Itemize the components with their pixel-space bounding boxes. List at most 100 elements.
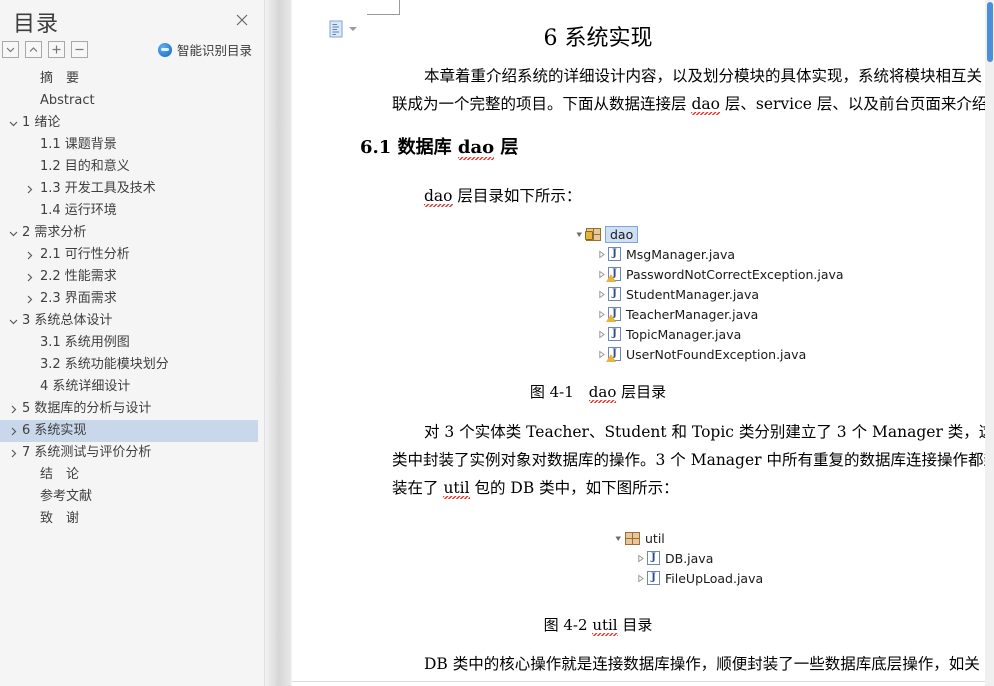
java-file-icon: J [606,267,621,282]
toc-item-label: 1.4 运行环境 [40,203,117,218]
toc-item-label: 2.1 可行性分析 [40,247,130,262]
triangle-right-icon[interactable] [634,554,647,563]
tree-row[interactable]: J StudentManager.java [573,284,844,304]
document-workspace: 6 系统实现 本章着重介绍系统的详细设计内容，以及划分模块的具体实现，系统将模块… [265,0,994,686]
paragraph-text: DB 类中的核心操作就是连接数据库操作，顺便封装了一些数据库底层操作，如关 [424,655,980,673]
margin-corner-mark [367,0,400,15]
navigation-pane-header: 目录 [0,0,264,38]
toc-item[interactable]: 1.1 课题背景 [0,134,258,156]
tree-node-label: TopicManager.java [626,326,742,342]
toc-item[interactable]: 参考文献 [0,486,258,508]
java-file-icon: J [608,327,621,341]
chevron-right-icon[interactable] [22,244,36,266]
spellcheck-word-dao: dao [588,383,617,401]
paragraph-text: 本章着重介绍系统的详细设计内容，以及划分模块的具体实现，系统将模块相互关 [424,67,983,85]
tree-row[interactable]: dao [573,224,844,244]
chevron-right-icon[interactable] [22,178,36,200]
toc-item[interactable]: 2.1 可行性分析 [0,244,258,266]
collapse-down-button[interactable] [2,41,19,58]
toc-item-label: 结 论 [40,467,80,482]
caption-text: 层目录 [616,383,667,401]
paragraph-dao-lead: dao 层目录如下所示： [424,182,994,210]
tree-row[interactable]: util [612,528,763,548]
tree-row[interactable]: J PasswordNotCorrectException.java [573,264,844,284]
ai-detect-toc-label: 智能识别目录 [176,43,252,58]
toc-item[interactable]: 1.3 开发工具及技术 [0,178,258,200]
toc-item[interactable]: 1.4 运行环境 [0,200,258,222]
util-package-tree: util J DB.java J FileUpLoad.java [612,528,763,588]
triangle-right-icon[interactable] [595,330,608,339]
ai-detect-toc-button[interactable]: 智能识别目录 [157,40,252,59]
collapse-all-button[interactable] [71,41,88,58]
toc-item[interactable]: 3.2 系统功能模块划分 [0,354,258,376]
toc-item-label: 2.2 性能需求 [40,269,117,284]
toc-item-label: 4 系统详细设计 [40,379,131,394]
toc-item[interactable]: 2.3 界面需求 [0,288,258,310]
toc-item[interactable]: 3 系统总体设计 [0,310,258,332]
triangle-right-icon[interactable] [634,574,647,583]
toc-item-label: 2 需求分析 [22,225,87,240]
spellcheck-word-dao: dao [424,187,453,205]
toc-item-label: 1 绪论 [22,115,61,130]
tree-node-label: util [645,530,665,546]
triangle-right-icon[interactable] [595,250,608,259]
paragraph-intro-line2: 联成为一个完整的项目。下面从数据连接层 dao 层、service 层、以及前台… [392,90,994,118]
toc-item-label: 参考文献 [40,489,93,504]
toc-item[interactable]: 1.2 目的和意义 [0,156,258,178]
paragraph-manager-line2: 类中封装了实例对象对数据库的操作。3 个 Manager 中所有重复的数据库连接… [392,446,994,474]
toc-item[interactable]: Abstract [0,90,258,112]
tree-node-label: FileUpLoad.java [665,570,764,586]
toc-item-label: 1.2 目的和意义 [40,159,130,174]
toc-item[interactable]: 2 需求分析 [0,222,258,244]
close-icon[interactable] [234,12,250,28]
toc-item[interactable]: 2.2 性能需求 [0,266,258,288]
triangle-down-icon[interactable] [612,534,625,543]
chevron-right-icon[interactable] [6,398,20,420]
toc-item-label: 3 系统总体设计 [22,313,113,328]
tree-row[interactable]: J UserNotFoundException.java [573,344,844,364]
chevron-right-icon[interactable] [22,288,36,310]
toc-item[interactable]: 结 论 [0,464,258,486]
dao-package-tree: dao J MsgManager.java J PasswordNotCorrectEx… [573,224,844,364]
toc-item[interactable]: 4 系统详细设计 [0,376,258,398]
toc-item-label: 致 谢 [40,511,80,526]
paragraph-manager-line3: 装在了 util 包的 DB 类中，如下图所示： [392,474,994,502]
chevron-right-icon[interactable] [6,442,20,464]
scrollbar-thumb[interactable] [987,2,993,62]
chevron-right-icon[interactable] [22,266,36,288]
figure-caption-4-2: 图 4-2 util 目录 [292,614,994,635]
heading-text: 层 [494,137,519,158]
java-file-icon: J [647,571,660,585]
expand-all-button[interactable] [48,41,65,58]
toc-item-label: 1.3 开发工具及技术 [40,181,156,196]
chevron-right-icon[interactable] [6,420,20,442]
toc-item[interactable]: 7 系统测试与评价分析 [0,442,258,464]
toc-item[interactable]: 5 数据库的分析与设计 [0,398,258,420]
chevron-down-icon[interactable] [6,222,20,244]
collapse-up-button[interactable] [25,41,42,58]
navigation-toolbar: 智能识别目录 [0,38,264,68]
tree-row[interactable]: J MsgManager.java [573,244,844,264]
tree-node-label: StudentManager.java [626,286,760,302]
toc-item[interactable]: 3.1 系统用例图 [0,332,258,354]
paragraph-text: 包的 DB 类中，如下图所示： [469,479,679,497]
toc-item[interactable]: 致 谢 [0,508,258,530]
vertical-scrollbar[interactable] [985,0,994,686]
tree-row[interactable]: J TeacherManager.java [573,304,844,324]
paragraph-manager-line1: 对 3 个实体类 Teacher、Student 和 Topic 类分别建立了 … [392,418,994,446]
chevron-down-icon[interactable] [6,112,20,134]
toc-item-label: 7 系统测试与评价分析 [22,445,152,460]
tree-row[interactable]: J DB.java [612,548,763,568]
document-heading-2-61: 6.1 数据库 dao 层 [360,133,518,159]
toc-item[interactable]: 6 系统实现 [0,420,258,442]
tree-row[interactable]: J FileUpLoad.java [612,568,763,588]
paragraph-text: 层目录如下所示： [452,187,582,205]
tree-node-label: PasswordNotCorrectException.java [626,266,844,282]
triangle-right-icon[interactable] [595,290,608,299]
package-icon [625,531,640,545]
chevron-down-icon[interactable] [6,310,20,332]
toc-item[interactable]: 1 绪论 [0,112,258,134]
java-file-icon: J [606,347,621,362]
toc-item[interactable]: 摘 要 [0,68,258,90]
tree-row[interactable]: J TopicManager.java [573,324,844,344]
